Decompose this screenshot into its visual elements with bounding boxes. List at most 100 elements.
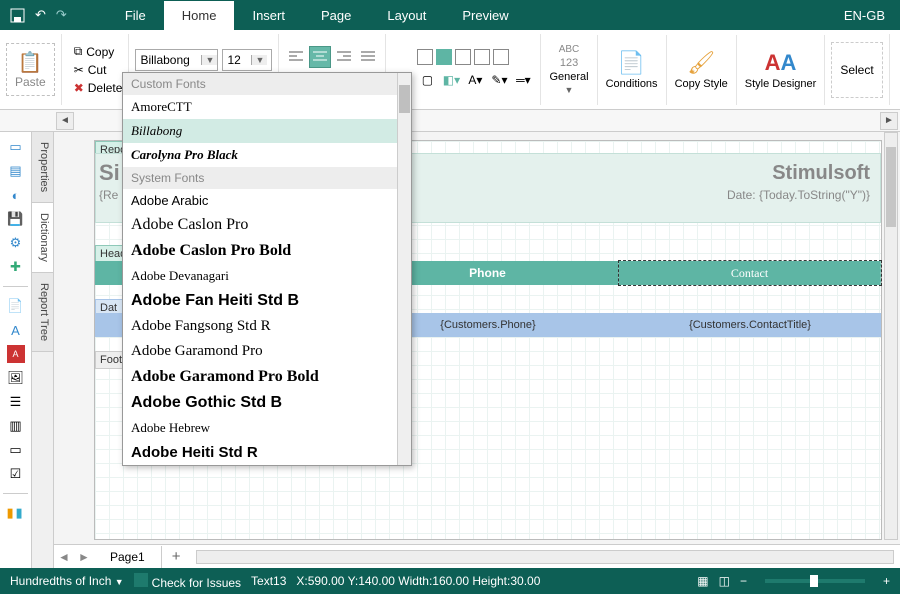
delete-button[interactable]: ✖Delete <box>74 81 123 95</box>
tool-6[interactable]: ✚ <box>7 258 25 276</box>
redo-icon[interactable]: ↷ <box>56 7 67 23</box>
border-style-button[interactable]: ═▾ <box>512 69 534 91</box>
tool-10[interactable]: 🖼 <box>7 369 25 387</box>
align-left-button[interactable] <box>285 46 307 68</box>
menu-insert[interactable]: Insert <box>234 1 303 30</box>
logo-text: Stimulsoft <box>772 162 870 185</box>
tab-scroll-right[interactable]: ► <box>74 550 94 564</box>
copy-button[interactable]: ⧉Copy <box>74 44 123 59</box>
cut-button[interactable]: ✂Cut <box>74 63 123 77</box>
style-designer-button[interactable]: AA Style Designer <box>737 35 826 105</box>
tool-15[interactable]: ▮▮ <box>7 504 25 522</box>
font-size-select[interactable]: ▼ <box>222 49 272 71</box>
font-item[interactable]: Adobe Fangsong Std R <box>123 314 411 339</box>
select-button[interactable]: Select <box>831 42 882 98</box>
font-item[interactable]: Adobe Fan Heiti Std B <box>123 288 411 314</box>
format-general-button[interactable]: ABC 123 General ▼ <box>541 35 597 105</box>
font-item[interactable]: Adobe Caslon Pro Bold <box>123 238 411 264</box>
tool-8[interactable]: A <box>7 321 25 339</box>
zoom-out-button[interactable]: − <box>740 574 747 588</box>
font-item[interactable]: Adobe Arabic <box>123 189 411 212</box>
font-item-selected[interactable]: Billabong <box>123 119 411 143</box>
side-panels: Properties Dictionary Report Tree <box>32 132 54 568</box>
brush-icon: 🖌 <box>687 50 715 76</box>
report-name-text: {Re <box>99 188 118 202</box>
scroll-right-button[interactable]: ► <box>880 112 898 130</box>
menu-preview[interactable]: Preview <box>444 1 526 30</box>
delete-icon: ✖ <box>74 81 84 95</box>
col-contact-selected[interactable]: Contact <box>619 261 881 285</box>
tool-1[interactable]: ▭ <box>7 138 25 156</box>
font-item[interactable]: Carolyna Pro Black <box>123 143 411 167</box>
font-item[interactable]: Adobe Garamond Pro <box>123 339 411 364</box>
border-color-button[interactable]: ✎▾ <box>488 69 510 91</box>
tool-11[interactable]: ☰ <box>7 393 25 411</box>
font-item[interactable]: Adobe Devanagari <box>123 264 411 288</box>
font-item[interactable]: Adobe Caslon Pro <box>123 212 411 238</box>
tool-3[interactable]: ◐ <box>7 186 25 204</box>
font-item[interactable]: Adobe Garamond Pro Bold <box>123 364 411 390</box>
undo-icon[interactable]: ↶ <box>35 7 46 23</box>
tool-13[interactable]: ▭ <box>7 441 25 459</box>
align-justify-button[interactable] <box>357 46 379 68</box>
fill-color-button[interactable]: ◧▾ <box>440 69 462 91</box>
language-selector[interactable]: EN-GB <box>829 8 900 23</box>
conditions-icon: 📄 <box>618 50 645 76</box>
text-color-button[interactable]: A▾ <box>464 69 486 91</box>
hscrollbar[interactable] <box>196 550 894 564</box>
font-size-input[interactable] <box>223 53 251 67</box>
main-menu: File Home Insert Page Layout Preview <box>107 1 527 30</box>
clipboard-icon: 📋 <box>15 50 46 75</box>
font-item[interactable]: Adobe Hebrew <box>123 416 411 440</box>
status-bar: Hundredths of Inch ▼ Check for Issues Te… <box>0 568 900 594</box>
chevron-down-icon[interactable]: ▼ <box>251 55 267 65</box>
zoom-slider[interactable] <box>765 579 865 583</box>
font-item[interactable]: AmoreCTT <box>123 95 411 119</box>
view-mode-1[interactable]: ▦ <box>697 574 708 588</box>
panel-properties[interactable]: Properties <box>32 132 53 203</box>
align-center-button[interactable] <box>309 46 331 68</box>
halign-group <box>285 46 379 68</box>
conditions-button[interactable]: 📄 Conditions <box>598 35 667 105</box>
copy-style-button[interactable]: 🖌 Copy Style <box>667 35 737 105</box>
font-family-input[interactable] <box>136 53 201 67</box>
tab-scroll-left[interactable]: ◄ <box>54 550 74 564</box>
tool-9[interactable]: A <box>7 345 25 363</box>
tool-14[interactable]: ☑ <box>7 465 25 483</box>
custom-fonts-header: Custom Fonts <box>123 73 411 95</box>
units-selector[interactable]: Hundredths of Inch ▼ <box>10 574 124 588</box>
check-issues-button[interactable]: Check for Issues <box>134 573 241 590</box>
font-dropdown[interactable]: Custom Fonts AmoreCTT Billabong Carolyna… <box>122 72 412 466</box>
panel-dictionary[interactable]: Dictionary <box>32 203 53 273</box>
border-presets[interactable] <box>417 49 509 65</box>
chevron-down-icon[interactable]: ▼ <box>201 55 217 65</box>
font-family-select[interactable]: ▼ <box>135 49 218 71</box>
tool-4[interactable]: 💾 <box>7 210 25 228</box>
tool-5[interactable]: ⚙ <box>7 234 25 252</box>
menu-page[interactable]: Page <box>303 1 369 30</box>
paste-button[interactable]: 📋 Paste <box>6 43 55 96</box>
tool-12[interactable]: ▥ <box>7 417 25 435</box>
add-page-button[interactable]: + <box>162 544 191 568</box>
save-icon[interactable] <box>10 8 25 23</box>
font-item[interactable]: Adobe Gothic Std B <box>123 390 411 416</box>
menu-home[interactable]: Home <box>164 1 235 30</box>
dcell-contact[interactable]: {Customers.ContactTitle} <box>619 313 881 337</box>
tool-7[interactable]: 📄 <box>7 297 25 315</box>
topbar: ↶ ↷ File Home Insert Page Layout Preview… <box>0 0 900 30</box>
chevron-down-icon: ▼ <box>115 577 124 587</box>
page-tab-1[interactable]: Page1 <box>94 546 162 568</box>
vscrollbar[interactable] <box>884 132 898 540</box>
font-item[interactable]: Adobe Heiti Std R <box>123 440 411 465</box>
menu-file[interactable]: File <box>107 1 164 30</box>
zoom-in-button[interactable]: + <box>883 574 890 588</box>
border-none-button[interactable]: ▢ <box>416 69 438 91</box>
scroll-left-button[interactable]: ◄ <box>56 112 74 130</box>
align-right-button[interactable] <box>333 46 355 68</box>
view-mode-2[interactable]: ◫ <box>719 574 730 588</box>
tool-2[interactable]: ▤ <box>7 162 25 180</box>
dropdown-scrollbar[interactable] <box>397 73 411 465</box>
menu-layout[interactable]: Layout <box>369 1 444 30</box>
panel-report-tree[interactable]: Report Tree <box>32 273 53 352</box>
si-text: Si <box>99 160 120 186</box>
